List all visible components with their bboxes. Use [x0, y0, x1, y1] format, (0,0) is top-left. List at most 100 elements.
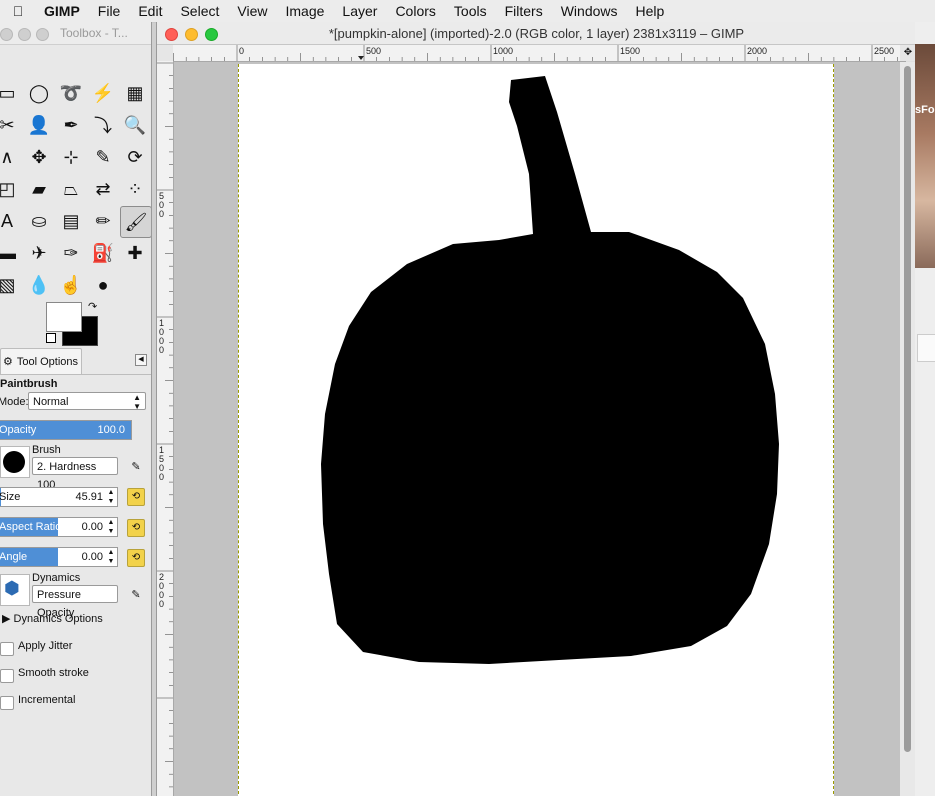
- size-slider[interactable]: Size 45.91 ▲ ▼: [0, 487, 118, 507]
- zoom-window-icon[interactable]: [36, 28, 49, 41]
- menu-tools[interactable]: Tools: [445, 3, 496, 19]
- paintbrush-icon[interactable]: 🖌: [120, 206, 151, 238]
- reset-size-icon[interactable]: ⟲: [127, 488, 145, 506]
- clone-icon[interactable]: ⛽: [88, 238, 118, 268]
- menu-help[interactable]: Help: [627, 3, 674, 19]
- size-value: 45.91: [75, 491, 103, 503]
- edit-dynamics-icon[interactable]: ✎: [129, 588, 143, 602]
- dynamics-options-expander[interactable]: ▶ Dynamics Options: [2, 612, 103, 625]
- menu-windows[interactable]: Windows: [552, 3, 627, 19]
- zoom-icon[interactable]: 🔍: [120, 110, 150, 140]
- horizontal-ruler[interactable]: 0 500 1000 1500 2000 2500: [173, 45, 906, 62]
- aspect-spinner-icon[interactable]: ▲ ▼: [106, 518, 116, 536]
- color-swatches: ↷: [44, 300, 104, 348]
- eraser-icon[interactable]: ▬: [0, 238, 22, 268]
- swap-colors-icon[interactable]: ↷: [88, 300, 97, 313]
- apply-jitter-label: Apply Jitter: [18, 640, 73, 652]
- image-canvas[interactable]: [238, 64, 834, 796]
- ruler-label: 0: [159, 599, 164, 609]
- move-icon[interactable]: ✥: [24, 142, 54, 172]
- dodge-burn-icon[interactable]: ●: [88, 270, 118, 300]
- ruler-label: 0: [159, 472, 164, 482]
- reset-colors-icon[interactable]: [46, 333, 56, 343]
- size-spinner-icon[interactable]: ▲ ▼: [106, 488, 116, 506]
- bucket-fill-icon[interactable]: ⛀: [24, 206, 54, 236]
- vertical-scrollbar[interactable]: [900, 62, 916, 796]
- scrollbar-thumb[interactable]: [904, 66, 911, 752]
- angle-slider[interactable]: Angle 0.00 ▲ ▼: [0, 547, 118, 567]
- reset-aspect-icon[interactable]: ⟲: [127, 519, 145, 537]
- opacity-slider[interactable]: Opacity 100.0: [0, 420, 132, 440]
- rotate-icon[interactable]: ◰: [0, 174, 22, 204]
- select-by-color-icon[interactable]: ▦: [120, 78, 150, 108]
- rect-select-icon[interactable]: ▭: [0, 78, 22, 108]
- background-window: sFo: [915, 22, 935, 796]
- alignment-icon[interactable]: ⊹: [56, 142, 86, 172]
- navigate-icon[interactable]: ✥: [900, 45, 916, 61]
- text-icon[interactable]: A: [0, 206, 22, 236]
- pencil-icon[interactable]: ✏: [88, 206, 118, 236]
- menu-image[interactable]: Image: [276, 3, 333, 19]
- crop-icon[interactable]: ✎: [88, 142, 118, 172]
- menu-edit[interactable]: Edit: [129, 3, 171, 19]
- apply-jitter-checkbox[interactable]: [0, 642, 14, 656]
- menu-colors[interactable]: Colors: [386, 3, 444, 19]
- angle-spinner-icon[interactable]: ▲ ▼: [106, 548, 116, 566]
- blur-icon[interactable]: 💧: [24, 270, 54, 300]
- smudge-icon[interactable]: ☝: [56, 270, 86, 300]
- cage-transform-icon[interactable]: ⁘: [120, 174, 150, 204]
- menu-filters[interactable]: Filters: [496, 3, 552, 19]
- menu-layer[interactable]: Layer: [333, 3, 386, 19]
- fuzzy-select-icon[interactable]: ⚡: [88, 78, 118, 108]
- smooth-stroke-checkbox[interactable]: [0, 669, 14, 683]
- app-menu[interactable]: GIMP: [36, 3, 89, 19]
- reset-angle-icon[interactable]: ⟲: [127, 549, 145, 567]
- flip-icon[interactable]: ⇄: [88, 174, 118, 204]
- dynamics-name-field[interactable]: Pressure Opacity: [32, 585, 118, 619]
- tab-tool-options[interactable]: ⚙ Tool Options: [0, 348, 82, 374]
- brush-preview[interactable]: [0, 446, 30, 478]
- color-picker-icon[interactable]: ⤵: [88, 110, 118, 140]
- blend-icon[interactable]: ▤: [56, 206, 86, 236]
- brush-name-field[interactable]: 2. Hardness 100: [32, 457, 118, 491]
- free-select-icon[interactable]: ➰: [56, 78, 86, 108]
- minimize-icon[interactable]: [18, 28, 31, 41]
- ellipse-select-icon[interactable]: ◯: [24, 78, 54, 108]
- ruler-label: 2500: [874, 46, 894, 56]
- airbrush-icon[interactable]: ✈: [24, 238, 54, 268]
- menu-select[interactable]: Select: [171, 3, 228, 19]
- perspective-clone-icon[interactable]: ▧: [0, 270, 22, 300]
- shear-icon[interactable]: ▰: [24, 174, 54, 204]
- scissors-select-icon[interactable]: ✂: [0, 110, 22, 140]
- paths-icon[interactable]: ✒: [56, 110, 86, 140]
- ink-icon[interactable]: ✑: [56, 238, 86, 268]
- incremental-checkbox[interactable]: [0, 696, 14, 710]
- menu-file[interactable]: File: [89, 3, 130, 19]
- background-control[interactable]: [917, 334, 935, 362]
- vertical-ruler[interactable]: 500100015002000: [157, 61, 174, 796]
- apple-menu-icon[interactable]: : [0, 3, 36, 19]
- canvas-area[interactable]: [174, 62, 900, 796]
- opacity-value: 100.0: [97, 424, 125, 436]
- aspect-ratio-slider[interactable]: Aspect Ratio 0.00 ▲ ▼: [0, 517, 118, 537]
- tab-menu-icon[interactable]: ◀: [135, 354, 147, 366]
- foreground-select-icon[interactable]: 👤: [24, 110, 54, 140]
- incremental-label: Incremental: [18, 694, 76, 706]
- dynamics-label: Dynamics: [32, 572, 81, 584]
- quick-mask-corner[interactable]: [157, 45, 174, 62]
- menu-bar:  GIMP File Edit Select View Image Layer…: [0, 0, 935, 23]
- dynamics-preview[interactable]: ⬢: [0, 574, 30, 606]
- menu-view[interactable]: View: [228, 3, 276, 19]
- toolbox-window: Toolbox - T... ▭ ◯ ➰ ⚡ ▦ ✂ 👤 ✒ ⤵ 🔍 ∧ ✥ ⊹ ✎ ⟳ ◰ ▰ ⏢ ⇄ ⁘ A ⛀ ▤ ✏ 🖌…: [0, 22, 152, 796]
- edit-brush-icon[interactable]: ✎: [129, 460, 143, 474]
- foreground-color-swatch[interactable]: [46, 302, 82, 332]
- mode-select[interactable]: Normal ▲ ▼: [28, 392, 146, 411]
- measure-icon[interactable]: ∧: [0, 142, 22, 172]
- mode-value: Normal: [33, 396, 69, 408]
- perspective-icon[interactable]: ⏢: [56, 174, 86, 204]
- heal-icon[interactable]: ✚: [120, 238, 150, 268]
- angle-value: 0.00: [81, 551, 103, 563]
- expander-triangle-icon: ▶: [2, 613, 11, 625]
- close-icon[interactable]: [0, 28, 13, 41]
- unified-transform-icon[interactable]: ⟳: [120, 142, 150, 172]
